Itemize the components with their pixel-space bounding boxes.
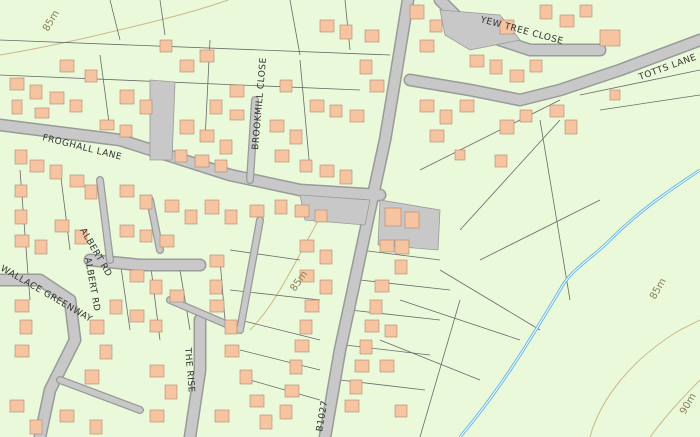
map-view[interactable]: FROGHALL LANE BROOKMILL CLOSE YEW TREE C… <box>0 0 700 437</box>
map-canvas[interactable]: FROGHALL LANE BROOKMILL CLOSE YEW TREE C… <box>0 0 700 437</box>
